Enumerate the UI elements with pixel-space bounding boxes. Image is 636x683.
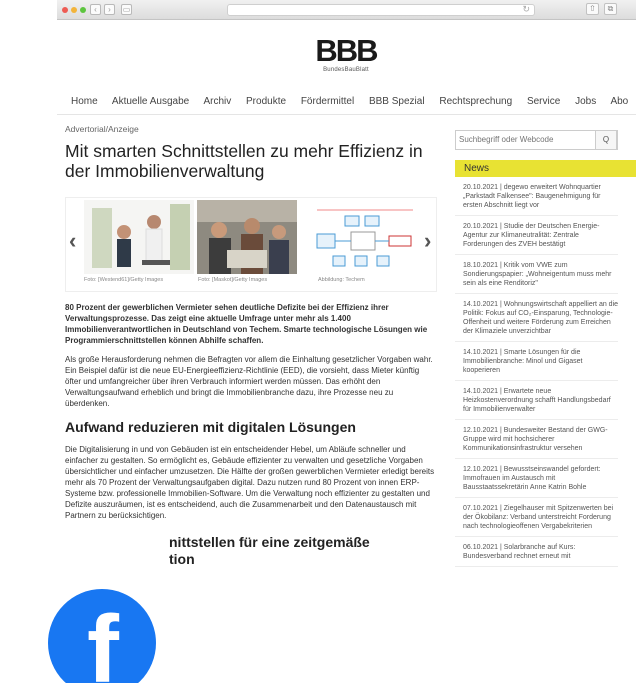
news-item[interactable]: 06.10.2021 | Solarbranche auf Kurs: Bund… [455, 537, 618, 567]
tabs-icon[interactable]: ⧉ [604, 3, 617, 15]
search-icon[interactable]: Q [595, 130, 617, 150]
article-paragraph: Die Digitalisierung in und von Gebäuden … [65, 445, 435, 520]
news-item[interactable]: 20.10.2021 | Studie der Deutschen Energi… [455, 216, 618, 255]
article-category: Advertorial/Anzeige [65, 124, 139, 134]
close-window-icon[interactable] [62, 7, 68, 13]
nav-jurisdiction[interactable]: Rechtsprechung [439, 96, 512, 107]
share-icon[interactable]: ⇧ [586, 3, 599, 15]
nav-subscription[interactable]: Abo [610, 96, 628, 107]
maximize-window-icon[interactable] [80, 7, 86, 13]
nav-products[interactable]: Produkte [246, 96, 286, 107]
article: Advertorial/Anzeige Mit smarten Schnitts… [65, 124, 437, 568]
nav-archive[interactable]: Archiv [203, 96, 231, 107]
news-item[interactable]: 12.10.2021 | Bewusstseinswandel geforder… [455, 459, 618, 498]
address-bar[interactable]: ↻ [227, 4, 535, 16]
back-icon[interactable]: ‹ [90, 4, 101, 15]
image-caption: Abbildung: Techem [318, 277, 365, 283]
article-title: Mit smarten Schnittstellen zu mehr Effiz… [65, 141, 423, 181]
news-item[interactable]: 18.10.2021 | Kritik vom VWE zum Sondieru… [455, 255, 618, 294]
carousel-next-icon[interactable]: › [424, 228, 431, 254]
interface-diagram[interactable] [311, 200, 419, 274]
nav-bbb-special[interactable]: BBB Spezial [369, 96, 425, 107]
news-item[interactable]: 12.10.2021 | Bundesweiter Bestand der GW… [455, 420, 618, 459]
facebook-letter: f [87, 596, 119, 683]
news-heading: News [455, 160, 636, 177]
site-logo[interactable]: BBB BundesBauBlatt [313, 33, 379, 73]
image-carousel: ‹ › Foto: [Westend61]/Getty Images Foto:… [65, 197, 437, 292]
nav-divider [57, 114, 636, 115]
section-heading: Aufwand reduzieren mit digitalen Lösunge… [65, 419, 356, 435]
sidebar: Q News 20.10.2021 | degewo erweitert Woh… [455, 130, 636, 567]
article-lead: 80 Prozent der gewerblichen Vermieter se… [65, 303, 428, 345]
section-heading-line2: tion [169, 551, 195, 567]
nav-home[interactable]: Home [71, 96, 98, 107]
reload-icon[interactable]: ↻ [522, 4, 530, 15]
news-item[interactable]: 20.10.2021 | degewo erweitert Wohnquarti… [455, 177, 618, 216]
news-item[interactable]: 14.10.2021 | Wohnungswirtschaft appellie… [455, 294, 618, 342]
news-item[interactable]: 14.10.2021 | Smarte Lösungen für die Imm… [455, 342, 618, 381]
sidebar-toggle-icon[interactable]: ▭ [121, 4, 132, 15]
browser-toolbar: ‹ › ▭ ↻ ⇧ ⧉ [57, 0, 636, 20]
search-box: Q [455, 130, 618, 150]
news-item[interactable]: 07.10.2021 | Ziegelhauser mit Spitzenwer… [455, 498, 618, 537]
image-caption: Foto: [Westend61]/Getty Images [84, 277, 164, 283]
section-heading-line1: nittstellen für eine zeitgemäße [169, 534, 370, 550]
nav-current-issue[interactable]: Aktuelle Ausgabe [112, 96, 189, 107]
article-paragraph: Als große Herausforderung nehmen die Bef… [65, 355, 433, 408]
nav-jobs[interactable]: Jobs [575, 96, 596, 107]
search-input[interactable] [459, 135, 589, 144]
news-list: 20.10.2021 | degewo erweitert Wohnquarti… [455, 177, 618, 567]
team-photo[interactable] [197, 200, 297, 274]
office-photo[interactable] [84, 200, 194, 274]
main-navigation: Home Aktuelle Ausgabe Archiv Produkte Fö… [71, 96, 636, 110]
screenshot-stage: ‹ › ▭ ↻ ⇧ ⧉ BBB BundesBauBlatt Home Aktu… [0, 0, 636, 683]
image-caption: Foto: [Maskot]/Getty Images [198, 277, 268, 283]
logo-letters: BBB [315, 33, 378, 68]
carousel-prev-icon[interactable]: ‹ [69, 228, 76, 254]
minimize-window-icon[interactable] [71, 7, 77, 13]
news-item[interactable]: 14.10.2021 | Erwartete neue Heizkostenve… [455, 381, 618, 420]
forward-icon[interactable]: › [104, 4, 115, 15]
nav-service[interactable]: Service [527, 96, 560, 107]
web-page: BBB BundesBauBlatt Home Aktuelle Ausgabe… [57, 20, 636, 683]
nav-funding[interactable]: Fördermittel [301, 96, 354, 107]
section-heading: nittstellen für eine zeitgemäße tion [65, 534, 437, 568]
